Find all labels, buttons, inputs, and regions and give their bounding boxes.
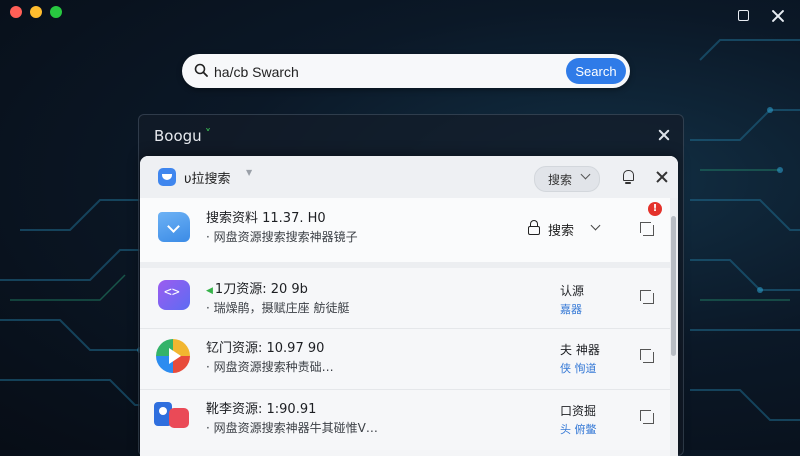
result-title: 搜索资料 11.37. H0 xyxy=(206,211,326,226)
result-tag: 口资掘 xyxy=(560,404,597,418)
folder-icon xyxy=(158,212,190,242)
result-subtitle: · 网盘资源搜索种责础… xyxy=(206,360,334,374)
close-icon[interactable] xyxy=(657,128,671,142)
panel-title: υ拉搜索 xyxy=(184,172,231,187)
maximize-window-dot[interactable] xyxy=(50,6,62,18)
id-card-icon xyxy=(154,402,190,432)
result-title: ◀ 1刀资源: 20 9b xyxy=(206,278,308,297)
notification-badge: ! xyxy=(648,202,662,216)
result-tag: 认源 xyxy=(560,284,585,298)
close-window-dot[interactable] xyxy=(10,6,22,18)
app-logo-icon xyxy=(158,168,176,186)
search-icon xyxy=(194,63,208,77)
chevron-down-icon xyxy=(580,169,591,180)
expand-icon[interactable] xyxy=(640,290,654,304)
close-icon[interactable] xyxy=(770,8,786,24)
minimize-window-dot[interactable] xyxy=(30,6,42,18)
result-tag: 夫 神器 xyxy=(560,343,600,357)
result-tag-link[interactable]: 头 俯鳖 xyxy=(560,421,597,437)
list-item[interactable]: 钇门资源: 10.97 90 · 网盘资源搜索种责础… 夫 神器 侠 恂道 xyxy=(140,329,670,389)
list-item[interactable]: 搜索资料 11.37. H0 · 网盘资源搜索搜索神器镜子 搜索 xyxy=(140,198,670,268)
result-subtitle: · 网盘资源搜索神器牛其碰惟V… xyxy=(206,421,378,435)
lock-icon xyxy=(528,220,540,235)
result-title-text: 1刀资源: 20 9b xyxy=(214,282,308,297)
scrollbar-thumb[interactable] xyxy=(671,216,676,356)
traffic-lights xyxy=(10,6,62,18)
scrollbar[interactable] xyxy=(670,198,678,456)
restore-icon[interactable] xyxy=(736,8,752,24)
search-action-button[interactable]: 搜索 xyxy=(528,218,574,240)
filter-dropdown-label: 搜索 xyxy=(548,173,573,187)
filter-dropdown[interactable]: 搜索 xyxy=(534,166,600,192)
caret-down-icon[interactable]: ▼ xyxy=(246,168,252,177)
results-panel: υ拉搜索 ▼ 搜索 搜索资料 11.37. H0 · 网盘资源搜索搜索神器镜子 … xyxy=(140,156,678,456)
result-subtitle: · 网盘资源搜索搜索神器镜子 xyxy=(206,230,358,244)
result-tag-link[interactable]: 嘉器 xyxy=(560,301,582,317)
result-title: 靴李资源: 1:90.91 xyxy=(206,402,317,417)
expand-icon[interactable] xyxy=(640,410,654,424)
search-input[interactable] xyxy=(212,61,546,83)
results-panel-header: υ拉搜索 ▼ 搜索 xyxy=(140,156,678,199)
code-link-icon xyxy=(158,280,190,310)
result-tag-link[interactable]: 侠 恂道 xyxy=(560,360,597,376)
expand-icon[interactable] xyxy=(640,222,654,236)
list-item[interactable]: 靴李资源: 1:90.91 · 网盘资源搜索神器牛其碰惟V… 口资掘 头 俯鳖 xyxy=(140,390,670,450)
chevron-down-icon[interactable] xyxy=(590,220,601,231)
close-icon[interactable] xyxy=(656,171,668,183)
result-badge: ◀ xyxy=(206,286,213,296)
list-item[interactable]: ◀1刀资源: 20 9b · 瑞燥鹃，摄赋庄座 舫徒艇 认源 嘉器 xyxy=(140,268,670,328)
search-bar: Search xyxy=(182,54,630,88)
play-icon xyxy=(156,339,190,373)
result-subtitle: · 瑞燥鹃，摄赋庄座 舫徒艇 xyxy=(206,301,350,315)
search-action-label: 搜索 xyxy=(548,223,575,239)
chevron-down-icon[interactable]: ˅ xyxy=(205,127,211,141)
expand-icon[interactable] xyxy=(640,349,654,363)
bell-icon[interactable] xyxy=(622,170,634,184)
window-controls xyxy=(736,8,786,24)
result-title: 钇门资源: 10.97 90 xyxy=(206,341,325,356)
search-button[interactable]: Search xyxy=(566,58,626,84)
outer-panel-title: Boogu xyxy=(154,127,202,145)
